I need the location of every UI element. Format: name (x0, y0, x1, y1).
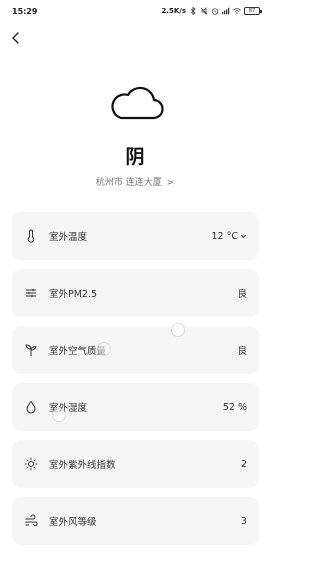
bluetooth-icon (190, 7, 196, 15)
chevron-right-icon: > (166, 178, 175, 188)
network-speed: 2.5K/s (161, 7, 186, 15)
mute-icon (200, 7, 208, 15)
metric-card-air-quality[interactable]: 室外空气质量 良 (12, 326, 259, 374)
metric-label: 室外风等级 (49, 517, 97, 528)
weather-condition: 阴 (125, 146, 145, 168)
status-time: 15:29 (12, 6, 38, 16)
location-place: 连连大厦 (125, 178, 162, 188)
metric-value: 良 (237, 289, 247, 300)
location-city: 杭州市 (95, 178, 123, 188)
metric-card-uv-index[interactable]: 室外紫外线指数 2 (12, 440, 259, 488)
metric-value: 52 % (222, 401, 247, 413)
status-bar: 15:29 2.5K/s 87 (0, 0, 270, 22)
metric-card-humidity[interactable]: 室外湿度 52 % (12, 383, 259, 431)
metric-label: 室外温度 (49, 232, 88, 243)
metric-value: 3 (240, 515, 247, 527)
metric-label: 室外空气质量 (49, 346, 107, 357)
metric-card-pm25[interactable]: 室外PM2.5 良 (12, 269, 259, 317)
droplet-icon (26, 400, 36, 414)
location-link[interactable]: 杭州市 连连大厦 > (0, 175, 270, 188)
metric-label: 室外紫外线指数 (49, 460, 116, 471)
weather-detail-page: 15:29 2.5K/s 87 阴 杭州市 连连大厦 > 室外温度 12 °C (0, 0, 270, 584)
metric-label: 室外湿度 (49, 403, 88, 414)
metric-value: 良 (237, 346, 247, 357)
touch-indicator (52, 408, 66, 422)
battery-indicator: 87 (244, 7, 262, 15)
cloud-icon (111, 86, 164, 120)
metric-card-wind-level[interactable]: 室外风等级 3 (12, 497, 259, 545)
sun-icon (24, 457, 38, 471)
metric-value: 2 (240, 458, 247, 470)
metric-card-temperature[interactable]: 室外温度 12 °C (12, 212, 259, 260)
touch-indicator (171, 323, 185, 337)
sprout-icon (25, 344, 37, 356)
wifi-icon (233, 8, 241, 14)
metric-value: 12 °C (212, 231, 248, 242)
metric-label: 室外PM2.5 (49, 289, 98, 300)
touch-indicator (97, 342, 111, 356)
status-icons: 2.5K/s 87 (161, 7, 262, 15)
thermometer-icon (27, 229, 35, 243)
back-arrow-icon[interactable] (9, 30, 23, 46)
metric-value-text: 12 °C (211, 230, 239, 242)
sliders-icon (26, 288, 36, 298)
alarm-icon (211, 8, 219, 15)
signal-icon (222, 7, 230, 15)
chevron-down-icon[interactable] (240, 233, 247, 240)
wind-icon (25, 514, 38, 527)
